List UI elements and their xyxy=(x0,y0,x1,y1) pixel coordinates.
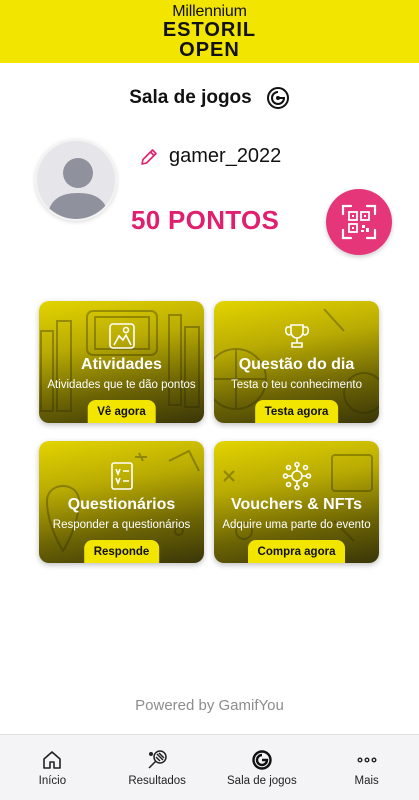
qr-code-button[interactable] xyxy=(326,189,392,255)
game-room-icon xyxy=(251,749,273,771)
card-questionarios[interactable]: Questionários Responder a questionários … xyxy=(39,441,204,563)
more-icon xyxy=(356,749,378,771)
powered-by-text: Powered by GamifYou xyxy=(135,697,284,714)
card-subtitle: Responder a questionários xyxy=(52,519,191,531)
card-questao-do-dia[interactable]: Questão do dia Testa o teu conhecimento … xyxy=(214,301,379,423)
nav-item-inicio[interactable]: Início xyxy=(0,735,105,800)
card-title: Questionários xyxy=(67,496,176,513)
nav-item-sala-de-jogos[interactable]: Sala de jogos xyxy=(210,735,315,800)
trophy-icon xyxy=(282,321,312,351)
buy-now-button[interactable]: Compra agora xyxy=(247,540,346,563)
page-title-row: Sala de jogos xyxy=(0,84,419,112)
nav-label: Mais xyxy=(354,774,379,787)
try-now-button[interactable]: Testa agora xyxy=(254,400,339,423)
card-title: Questão do dia xyxy=(238,356,355,373)
card-subtitle: Adquire uma parte do evento xyxy=(222,519,371,531)
nav-label: Sala de jogos xyxy=(227,774,297,787)
tennis-racket-icon xyxy=(146,749,168,771)
nav-label: Início xyxy=(38,774,67,787)
card-subtitle: Atividades que te dão pontos xyxy=(47,379,196,391)
card-title: Atividades xyxy=(81,356,162,373)
username: gamer_2022 xyxy=(169,145,282,167)
bottom-navigation: Início Resultados Sala de jogos Mais xyxy=(0,734,419,800)
nav-label: Resultados xyxy=(128,774,186,787)
quiz-icon xyxy=(107,461,137,491)
edit-pencil-icon[interactable] xyxy=(139,147,159,167)
network-icon xyxy=(282,461,312,491)
user-placeholder-icon xyxy=(47,158,109,219)
points-value: 50 PONTOS xyxy=(131,205,280,235)
qr-code-icon xyxy=(341,204,377,240)
username-row: gamer_2022 xyxy=(139,145,281,168)
avatar[interactable] xyxy=(35,139,117,221)
answer-button[interactable]: Responde xyxy=(83,540,160,563)
home-icon xyxy=(41,749,63,771)
page-title: Sala de jogos xyxy=(129,87,252,108)
app-header: Millennium ESTORIL OPEN xyxy=(0,0,419,63)
game-room-icon xyxy=(266,86,290,110)
nav-item-resultados[interactable]: Resultados xyxy=(105,735,210,800)
nav-item-mais[interactable]: Mais xyxy=(314,735,419,800)
card-vouchers-nfts[interactable]: Vouchers & NFTs Adquire uma parte do eve… xyxy=(214,441,379,563)
activity-icon xyxy=(107,321,137,351)
card-atividades[interactable]: Atividades Atividades que te dão pontos … xyxy=(39,301,204,423)
card-title: Vouchers & NFTs xyxy=(231,496,362,513)
card-subtitle: Testa o teu conhecimento xyxy=(230,379,363,391)
logo-text-open: OPEN xyxy=(179,38,240,61)
logo-text-estoril: ESTORIL xyxy=(162,18,257,41)
logo-text-millennium: Millennium xyxy=(172,2,247,20)
see-now-button[interactable]: Vê agora xyxy=(87,400,156,423)
